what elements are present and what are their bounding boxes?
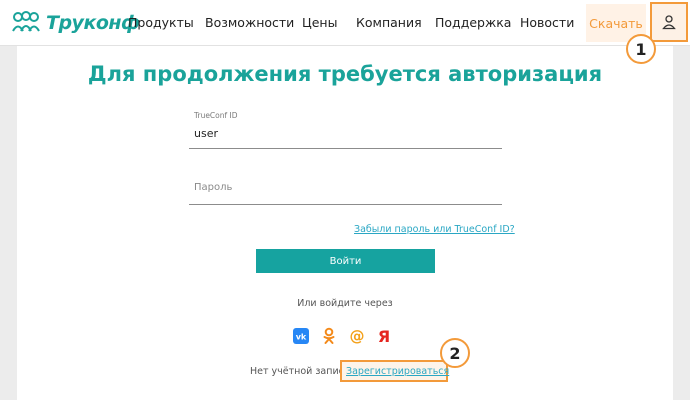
password-underline — [189, 204, 502, 205]
svg-text:vk: vk — [296, 333, 307, 342]
yandex-icon[interactable]: Я — [375, 327, 393, 345]
site-header: Труконф Продукты Возможности Цены Компан… — [0, 0, 690, 46]
page-title: Для продолжения требуется авторизация — [87, 62, 603, 86]
forgot-password-link[interactable]: Забыли пароль или TrueConf ID? — [354, 224, 515, 235]
nav-company[interactable]: Компания — [356, 15, 422, 30]
nav-news[interactable]: Новости — [520, 15, 574, 30]
callout-marker-1: 1 — [626, 34, 656, 64]
logo[interactable]: Труконф — [10, 10, 140, 36]
user-account-button[interactable] — [650, 2, 688, 42]
nav-features[interactable]: Возможности — [205, 15, 294, 30]
login-card — [17, 46, 673, 400]
register-link[interactable]: Зарегистрироваться — [346, 366, 449, 377]
user-icon — [662, 15, 676, 30]
logo-text: Труконф — [46, 12, 140, 34]
trueconf-id-input[interactable]: user — [194, 127, 218, 140]
svg-text:@: @ — [350, 327, 365, 345]
trueconf-id-label: TrueConf ID — [194, 111, 238, 120]
svg-text:Я: Я — [378, 327, 390, 345]
logo-icon — [12, 11, 40, 32]
vk-icon[interactable]: vk — [292, 327, 310, 345]
mailru-icon[interactable]: @ — [348, 327, 366, 345]
trueconf-id-underline — [189, 148, 502, 149]
callout-marker-2: 2 — [440, 338, 470, 368]
login-button[interactable]: Войти — [256, 249, 435, 273]
nav-products[interactable]: Продукты — [128, 15, 194, 30]
nav-prices[interactable]: Цены — [302, 15, 337, 30]
or-login-via-text: Или войдите через — [297, 298, 393, 309]
password-input[interactable]: Пароль — [194, 182, 232, 193]
odnoklassniki-icon[interactable] — [320, 327, 338, 345]
nav-support[interactable]: Поддержка — [435, 15, 511, 30]
